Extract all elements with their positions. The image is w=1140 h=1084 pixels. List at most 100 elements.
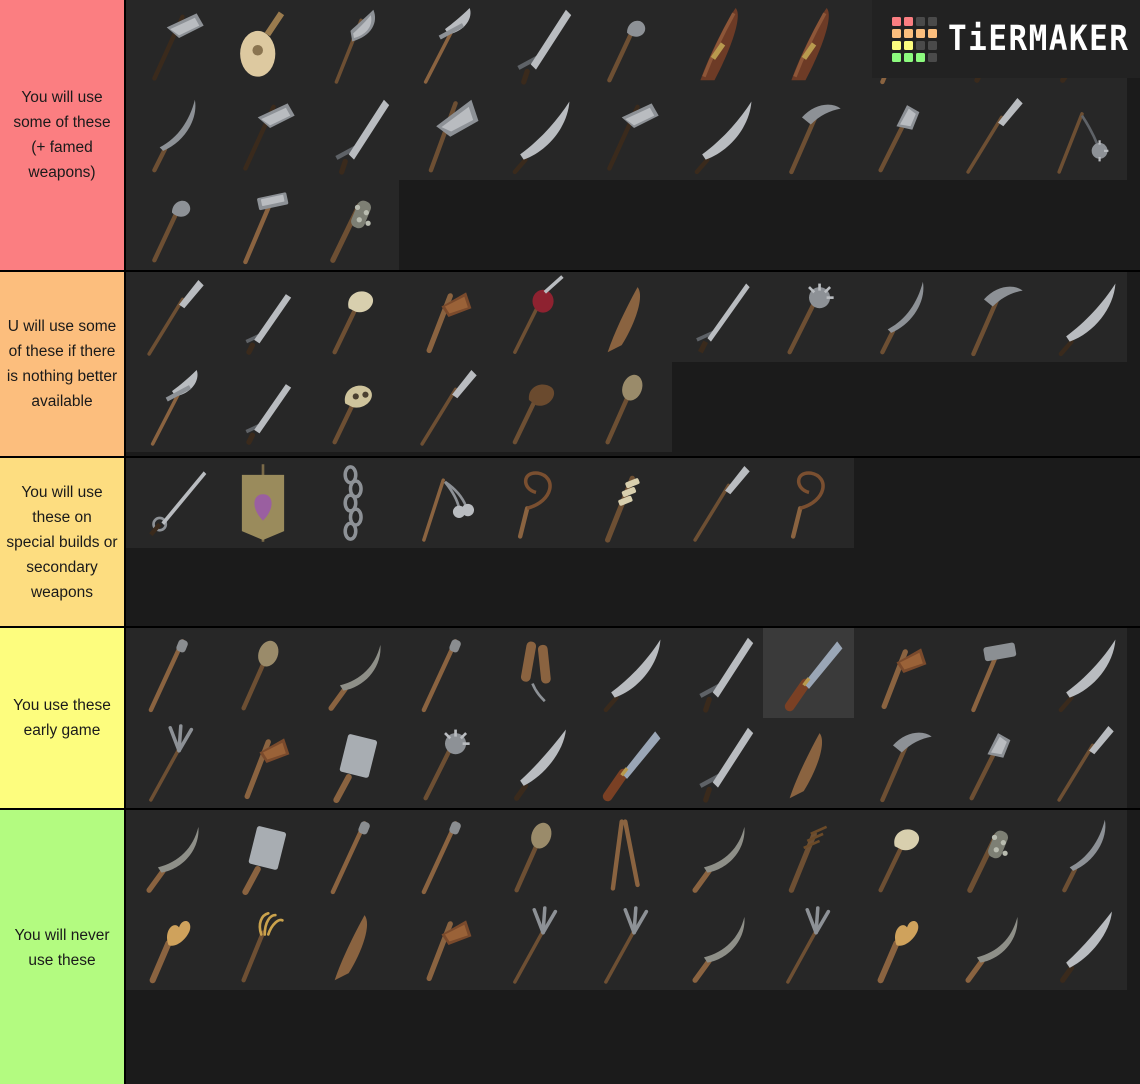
tier-item-wood-axe[interactable]	[854, 628, 945, 718]
tier-label-tier-a[interactable]: U will use some of these if there is not…	[0, 272, 126, 456]
tier-item-wooden-bat[interactable]	[308, 900, 399, 990]
tier-item-curved-blade[interactable]	[854, 272, 945, 362]
tier-item-morning-star-staff[interactable]	[490, 272, 581, 362]
tier-item-mallet[interactable]	[945, 628, 1036, 718]
tier-item-bearded-axe[interactable]	[217, 90, 308, 180]
tier-item-sabre-2[interactable]	[1036, 272, 1127, 362]
tier-item-glaive[interactable]	[399, 0, 490, 90]
tier-item-spiked-club[interactable]	[308, 180, 399, 270]
tier-item-horseman-axe[interactable]	[581, 90, 672, 180]
tier-label-tier-d[interactable]: You will never use these	[0, 810, 126, 1084]
tier-item-hewing-axe[interactable]	[217, 718, 308, 808]
tier-item-torch-club[interactable]	[763, 718, 854, 808]
tier-item-banner[interactable]	[217, 458, 308, 548]
tier-item-morning-star[interactable]	[399, 718, 490, 808]
tier-item-wooden-rod[interactable]	[399, 628, 490, 718]
tier-item-falchion-2[interactable]	[490, 718, 581, 808]
tier-item-winged-spear-2[interactable]	[672, 458, 763, 548]
tier-item-bardiche[interactable]	[308, 0, 399, 90]
tier-item-bone-club[interactable]	[308, 272, 399, 362]
tier-item-boar-spear[interactable]	[945, 90, 1036, 180]
tier-item-thin-sabre[interactable]	[581, 628, 672, 718]
tier-item-curved-knife[interactable]	[1036, 810, 1127, 900]
tier-item-estoc[interactable]	[672, 272, 763, 362]
tier-item-whip[interactable]	[490, 458, 581, 548]
tier-item-wooden-club[interactable]	[581, 272, 672, 362]
tier-item-chain-flail[interactable]	[399, 458, 490, 548]
tier-label-tier-c[interactable]: You use these early game	[0, 628, 126, 808]
tier-item-flanged-mace[interactable]	[854, 90, 945, 180]
tier-item-bludgeon[interactable]	[126, 180, 217, 270]
tier-item-trident-small[interactable]	[490, 900, 581, 990]
tier-item-winged-spear[interactable]	[126, 272, 217, 362]
tier-item-antler-club[interactable]	[126, 900, 217, 990]
tier-item-butcher-knife[interactable]	[581, 718, 672, 808]
tier-item-wrapped-club[interactable]	[581, 458, 672, 548]
tier-item-great-axe[interactable]	[399, 90, 490, 180]
tier-item-falchion[interactable]	[1036, 0, 1127, 90]
tier-label-tier-b[interactable]: You will use these on special builds or …	[0, 458, 126, 626]
tier-items-tier-s[interactable]	[126, 0, 1140, 270]
tier-item-maul[interactable]	[217, 180, 308, 270]
tier-item-knobbed-rod[interactable]	[399, 810, 490, 900]
tier-item-sheathed-sword[interactable]	[672, 0, 763, 90]
tier-item-arming-sword-2[interactable]	[672, 628, 763, 718]
tier-item-scythe-blade[interactable]	[672, 810, 763, 900]
tier-item-coiled-whip[interactable]	[763, 458, 854, 548]
tier-item-lance[interactable]	[399, 362, 490, 452]
tier-item-peasant-pick[interactable]	[945, 272, 1036, 362]
tier-item-trident[interactable]	[763, 900, 854, 990]
tier-item-thorn-club[interactable]	[945, 810, 1036, 900]
tier-item-spiked-mace[interactable]	[763, 272, 854, 362]
tier-item-kopis[interactable]	[1036, 900, 1127, 990]
tier-item-meat-cleaver[interactable]	[217, 810, 308, 900]
tier-item-quarterstaff[interactable]	[126, 628, 217, 718]
tier-item-bulb-staff[interactable]	[581, 362, 672, 452]
tier-item-long-knife[interactable]	[217, 362, 308, 452]
tier-item-sickle[interactable]	[308, 628, 399, 718]
tier-item-hunting-knife[interactable]	[763, 628, 854, 718]
tier-item-machete[interactable]	[1036, 628, 1127, 718]
tier-item-rapier[interactable]	[126, 458, 217, 548]
tier-item-hand-axe[interactable]	[399, 900, 490, 990]
tier-item-thin-staff[interactable]	[308, 810, 399, 900]
tier-item-claw-staff[interactable]	[217, 900, 308, 990]
tier-item-scimitar[interactable]	[490, 90, 581, 180]
tier-item-scythe[interactable]	[672, 900, 763, 990]
tier-item-skull-staff[interactable]	[308, 362, 399, 452]
tier-item-war-pick[interactable]	[763, 90, 854, 180]
tier-item-bound-torch[interactable]	[763, 810, 854, 900]
tier-item-mace[interactable]	[581, 0, 672, 90]
tier-item-sabre[interactable]	[672, 90, 763, 180]
tier-item-lute[interactable]	[217, 0, 308, 90]
tier-item-cleaver[interactable]	[308, 718, 399, 808]
tier-item-sickle-blade[interactable]	[945, 900, 1036, 990]
tier-item-small-sickle[interactable]	[126, 810, 217, 900]
tier-item-arming-sword[interactable]	[308, 90, 399, 180]
tier-item-boar-tusk-club[interactable]	[854, 900, 945, 990]
tier-item-war-hammer[interactable]	[854, 0, 945, 90]
tier-item-glaive-polearm[interactable]	[126, 362, 217, 452]
tier-item-hatchet[interactable]	[399, 272, 490, 362]
tier-item-double-bearded-axe[interactable]	[126, 0, 217, 90]
tier-item-chain[interactable]	[308, 458, 399, 548]
tier-items-tier-a[interactable]	[126, 272, 1140, 456]
tier-items-tier-d[interactable]	[126, 810, 1140, 1084]
tier-item-pitchfork[interactable]	[581, 900, 672, 990]
tier-item-short-sword[interactable]	[217, 272, 308, 362]
tier-item-falx[interactable]	[126, 90, 217, 180]
tier-item-fist-club[interactable]	[490, 362, 581, 452]
tier-item-javelin[interactable]	[1036, 718, 1127, 808]
tier-label-tier-s[interactable]: You will use some of these (+ famed weap…	[0, 0, 126, 270]
tier-item-ringed-mace[interactable]	[945, 718, 1036, 808]
tier-item-dagger[interactable]	[945, 0, 1036, 90]
tier-item-longsword[interactable]	[490, 0, 581, 90]
tier-item-ball-and-chain-flail[interactable]	[1036, 90, 1127, 180]
tier-item-sheathed-sword-2[interactable]	[763, 0, 854, 90]
tier-item-bone-rattle[interactable]	[854, 810, 945, 900]
tier-item-nunchaku[interactable]	[490, 628, 581, 718]
tier-items-tier-c[interactable]	[126, 628, 1140, 808]
tier-item-pick-axe[interactable]	[854, 718, 945, 808]
tier-item-pitch-fork-tool[interactable]	[126, 718, 217, 808]
tier-item-bulb-rod[interactable]	[490, 810, 581, 900]
